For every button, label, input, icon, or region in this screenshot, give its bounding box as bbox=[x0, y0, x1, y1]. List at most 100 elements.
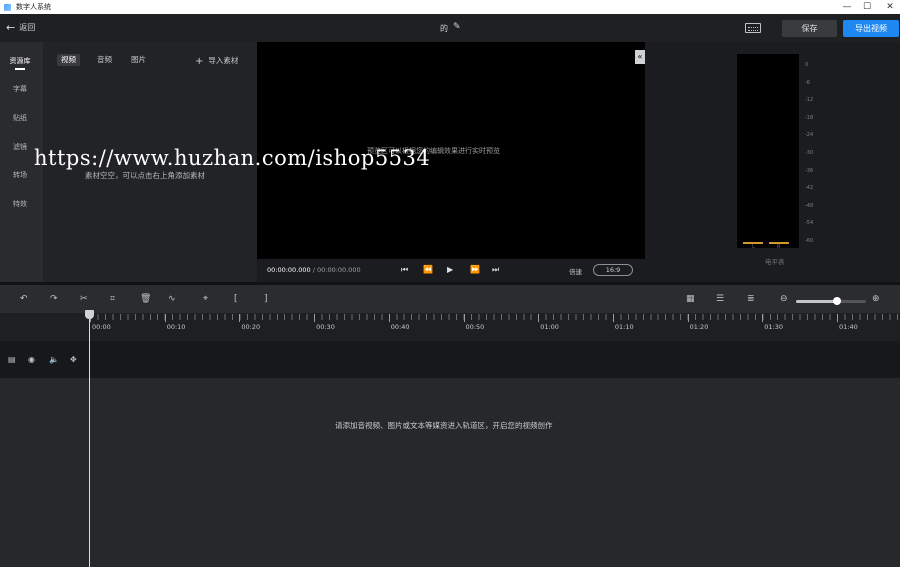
ruler-label: 01:10 bbox=[614, 323, 634, 331]
ruler-label: 01:30 bbox=[764, 323, 784, 331]
align-icon[interactable]: ☰ bbox=[716, 294, 724, 304]
timeline-toolbar: ↶ ↷ ✂ ⌗ 🗑 ∿ ⌖ [ ] ▦ ☰ ≣ ⊖ ⊕ bbox=[0, 285, 900, 313]
arrow-left-icon: ← bbox=[6, 20, 16, 34]
meter-tick: 0 bbox=[805, 62, 809, 68]
ruler-major-tick bbox=[239, 314, 241, 322]
zoom-slider[interactable] bbox=[796, 300, 866, 303]
level-meter-label: 电平表 bbox=[765, 258, 785, 266]
right-channel-label: R bbox=[777, 244, 781, 250]
redo-icon[interactable]: ↷ bbox=[50, 294, 58, 304]
ruler-major-tick bbox=[612, 314, 614, 322]
timecode: 00:00:00.000 / 00:00:00.000 bbox=[267, 266, 361, 274]
meter-tick: -60 bbox=[805, 238, 814, 244]
sidebar-item-transitions[interactable]: 转场 bbox=[0, 170, 40, 180]
maximize-button[interactable]: ☐ bbox=[857, 0, 877, 14]
ruler-ticks bbox=[90, 314, 900, 320]
meter-tick: -30 bbox=[805, 150, 814, 156]
zoom-in-icon[interactable]: ⊕ bbox=[872, 294, 880, 304]
speed-control[interactable]: 倍速 bbox=[569, 266, 582, 276]
rewind-icon[interactable]: ⏪ bbox=[423, 265, 433, 274]
aspect-ratio-select[interactable]: 16:9 bbox=[593, 264, 633, 276]
ruler-label: 00:40 bbox=[390, 323, 410, 331]
editor-header: ← 返回 的 ✎ 保存 导出视频 bbox=[0, 14, 900, 42]
audio-wave-icon[interactable]: ∿ bbox=[168, 294, 176, 304]
back-button[interactable]: ← 返回 bbox=[6, 22, 35, 33]
move-icon[interactable]: ✥ bbox=[70, 355, 77, 364]
ruler-major-tick bbox=[388, 314, 390, 322]
meter-tick: -42 bbox=[805, 185, 814, 191]
edit-name-icon[interactable]: ✎ bbox=[453, 22, 461, 32]
ruler-label: 00:00 bbox=[92, 323, 111, 331]
zoom-fill bbox=[796, 300, 837, 303]
marker-icon[interactable]: ⌖ bbox=[203, 294, 208, 304]
skip-start-icon[interactable]: ⏮ bbox=[401, 265, 408, 275]
ruler-label: 01:20 bbox=[689, 323, 709, 331]
level-meter bbox=[737, 54, 799, 248]
sidebar-item-library[interactable]: 资源库 bbox=[0, 56, 40, 66]
delete-icon[interactable]: 🗑 bbox=[140, 294, 151, 304]
skip-end-icon[interactable]: ⏭ bbox=[492, 265, 499, 275]
volume-icon[interactable]: 🔈 bbox=[49, 355, 59, 364]
track-header: ▤ ◉ 🔈 ✥ bbox=[0, 341, 900, 378]
save-button[interactable]: 保存 bbox=[782, 20, 837, 37]
current-time: 00:00:00.000 bbox=[267, 266, 311, 274]
zoom-out-icon[interactable]: ⊖ bbox=[780, 294, 788, 304]
ruler-major-tick bbox=[314, 314, 316, 322]
tab-audio[interactable]: 音频 bbox=[93, 54, 116, 66]
tab-video[interactable]: 视频 bbox=[57, 54, 80, 66]
track-menu-icon[interactable]: ▤ bbox=[8, 355, 16, 364]
back-label: 返回 bbox=[19, 23, 36, 32]
playhead[interactable] bbox=[89, 315, 90, 567]
total-time: 00:00:00.000 bbox=[317, 266, 361, 274]
sidebar-item-subtitles[interactable]: 字幕 bbox=[0, 84, 40, 94]
play-icon[interactable]: ▶ bbox=[447, 265, 453, 274]
left-channel-label: L bbox=[752, 244, 755, 250]
player-controls: 00:00:00.000 / 00:00:00.000 ⏮ ⏪ ▶ ⏩ ⏭ 倍速… bbox=[257, 259, 645, 282]
meter-tick: -12 bbox=[805, 97, 814, 103]
meter-tick: -6 bbox=[805, 80, 810, 86]
ruler-major-tick bbox=[762, 314, 764, 322]
timeline-empty-message: 请添加音视频、图片或文本等媒资进入轨道区，开启您的视频创作 bbox=[335, 421, 553, 430]
magnet-icon[interactable]: ≣ bbox=[747, 294, 755, 304]
ruler-major-tick bbox=[463, 314, 465, 322]
watermark-text: https://www.huzhan.com/ishop5534 bbox=[34, 146, 431, 170]
sidebar-item-stickers[interactable]: 贴纸 bbox=[0, 113, 40, 123]
empty-assets-message: 素材空空，可以点击右上角添加素材 bbox=[85, 171, 205, 180]
keyboard-shortcuts-icon[interactable] bbox=[745, 23, 761, 33]
grid-layout-icon[interactable]: ▦ bbox=[686, 294, 695, 304]
eye-icon[interactable]: ◉ bbox=[28, 355, 35, 364]
plus-icon: + bbox=[195, 56, 204, 67]
minimize-button[interactable]: — bbox=[837, 0, 857, 14]
ruler-major-tick bbox=[687, 314, 689, 322]
timeline-ruler[interactable]: 00:00 00:10 00:20 00:30 00:40 00:50 01:00 01:10… bbox=[0, 313, 900, 341]
sidebar-item-effects[interactable]: 特效 bbox=[0, 199, 40, 209]
tab-images[interactable]: 图片 bbox=[127, 54, 150, 66]
mark-out-icon[interactable]: ] bbox=[264, 294, 268, 304]
track-area[interactable]: 请添加音视频、图片或文本等媒资进入轨道区，开启您的视频创作 bbox=[0, 378, 900, 567]
window-titlebar: 数字人系统 — ☐ ✕ bbox=[0, 0, 900, 14]
split-icon[interactable]: ✂ bbox=[80, 294, 88, 304]
meter-tick: -24 bbox=[805, 132, 814, 138]
zoom-slider-handle[interactable] bbox=[832, 297, 841, 305]
fast-forward-icon[interactable]: ⏩ bbox=[470, 265, 480, 274]
level-meter-panel: 0 -6 -12 -18 -24 -30 -36 -42 -48 -54 -60… bbox=[645, 42, 900, 282]
export-video-button[interactable]: 导出视频 bbox=[843, 20, 899, 37]
active-indicator bbox=[15, 68, 25, 70]
crop-icon[interactable]: ⌗ bbox=[110, 294, 115, 304]
ruler-label: 00:50 bbox=[465, 323, 485, 331]
app-logo-icon bbox=[4, 3, 11, 11]
meter-tick: -54 bbox=[805, 220, 814, 226]
collapse-panel-icon[interactable]: « bbox=[635, 50, 645, 64]
playhead-handle[interactable] bbox=[85, 310, 94, 319]
ruler-label: 01:00 bbox=[540, 323, 559, 331]
ruler-label: 00:20 bbox=[241, 323, 261, 331]
mark-in-icon[interactable]: [ bbox=[234, 294, 238, 304]
ruler-label: 00:10 bbox=[166, 323, 186, 331]
import-label: 导入素材 bbox=[208, 56, 239, 65]
ruler-major-tick bbox=[538, 314, 540, 322]
close-button[interactable]: ✕ bbox=[880, 0, 900, 14]
import-media-button[interactable]: + 导入素材 bbox=[195, 55, 238, 67]
ruler-major-tick bbox=[837, 314, 838, 322]
ruler-major-tick bbox=[164, 314, 166, 322]
undo-icon[interactable]: ↶ bbox=[20, 294, 28, 304]
